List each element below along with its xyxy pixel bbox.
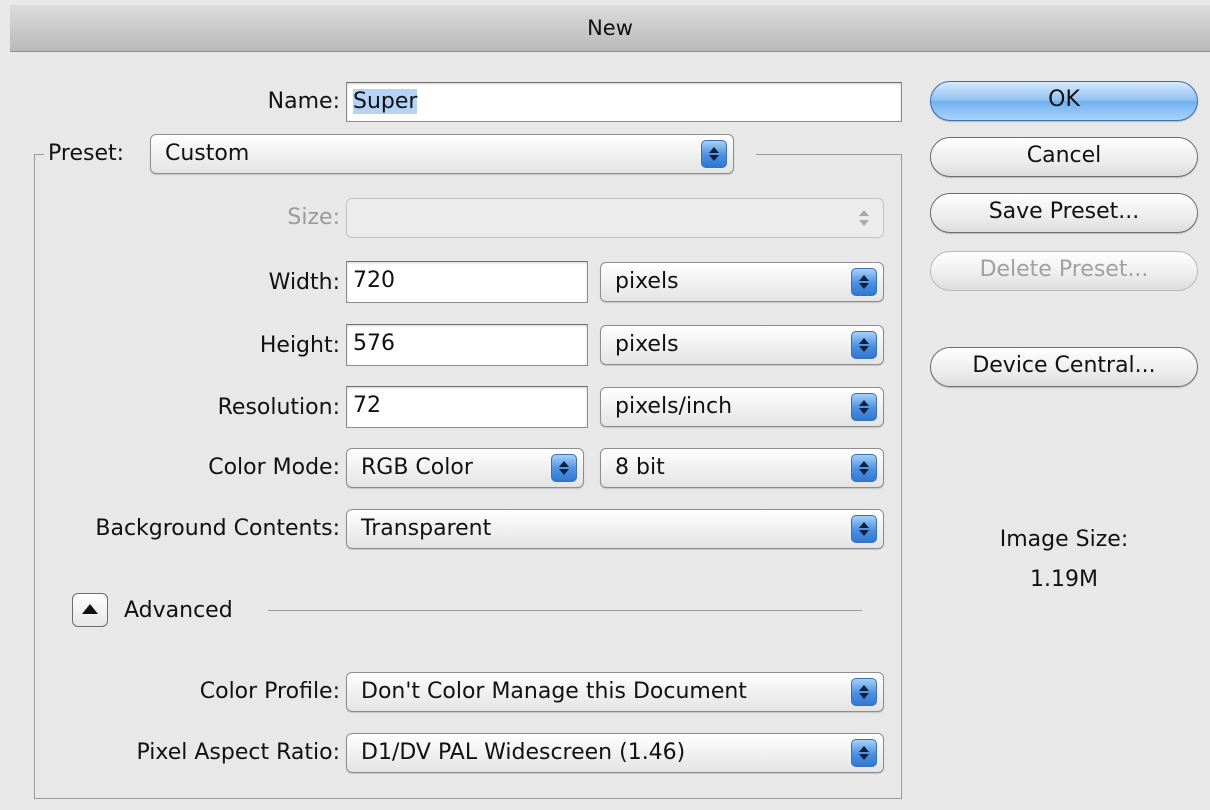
size-dropdown bbox=[346, 198, 884, 238]
resolution-unit-value: pixels/inch bbox=[615, 394, 733, 419]
color-mode-value: RGB Color bbox=[361, 455, 473, 480]
color-profile-value: Don't Color Manage this Document bbox=[361, 679, 747, 704]
height-unit-value: pixels bbox=[615, 332, 679, 357]
height-label: Height: bbox=[259, 333, 340, 358]
dialog-title: New bbox=[10, 5, 1210, 52]
image-size-label: Image Size: bbox=[999, 527, 1129, 552]
width-unit-stepper-icon bbox=[851, 268, 877, 296]
background-contents-dropdown[interactable]: Transparent bbox=[346, 509, 884, 549]
bit-depth-stepper-icon bbox=[851, 454, 877, 482]
height-unit-stepper-icon bbox=[851, 331, 877, 359]
width-field[interactable]: 720 bbox=[346, 261, 588, 303]
color-mode-dropdown[interactable]: RGB Color bbox=[346, 448, 584, 488]
pixel-aspect-ratio-stepper-icon bbox=[851, 739, 877, 767]
cancel-button[interactable]: Cancel bbox=[930, 137, 1198, 177]
preset-stepper-icon bbox=[701, 140, 727, 168]
color-mode-stepper-icon bbox=[551, 454, 577, 482]
advanced-label: Advanced bbox=[124, 598, 233, 623]
pixel-aspect-ratio-dropdown[interactable]: D1/DV PAL Widescreen (1.46) bbox=[346, 733, 884, 773]
ok-button[interactable]: OK bbox=[930, 81, 1198, 121]
size-label: Size: bbox=[287, 205, 340, 230]
color-profile-stepper-icon bbox=[851, 678, 877, 706]
width-label: Width: bbox=[268, 270, 340, 295]
background-contents-value: Transparent bbox=[361, 516, 492, 541]
pixel-aspect-ratio-value: D1/DV PAL Widescreen (1.46) bbox=[361, 740, 686, 765]
name-value: Super bbox=[353, 89, 418, 114]
color-mode-label: Color Mode: bbox=[208, 455, 340, 480]
preset-label: Preset: bbox=[48, 141, 125, 166]
name-field[interactable]: Super bbox=[346, 82, 902, 122]
name-label: Name: bbox=[267, 89, 340, 114]
height-unit-dropdown[interactable]: pixels bbox=[600, 325, 884, 365]
delete-preset-button: Delete Preset... bbox=[930, 251, 1198, 291]
background-contents-stepper-icon bbox=[851, 515, 877, 543]
disclosure-triangle-icon bbox=[82, 604, 98, 614]
advanced-toggle-button[interactable] bbox=[72, 593, 108, 627]
resolution-field[interactable]: 72 bbox=[346, 386, 588, 428]
color-profile-dropdown[interactable]: Don't Color Manage this Document bbox=[346, 672, 884, 712]
bit-depth-dropdown[interactable]: 8 bit bbox=[600, 448, 884, 488]
pixel-aspect-ratio-label: Pixel Aspect Ratio: bbox=[136, 740, 341, 765]
preset-value: Custom bbox=[165, 141, 250, 166]
resolution-label: Resolution: bbox=[217, 395, 340, 420]
save-preset-button[interactable]: Save Preset... bbox=[930, 193, 1198, 233]
width-unit-dropdown[interactable]: pixels bbox=[600, 262, 884, 302]
width-unit-value: pixels bbox=[615, 269, 679, 294]
resolution-unit-stepper-icon bbox=[851, 393, 877, 421]
size-stepper-icon bbox=[851, 204, 877, 232]
image-size-value: 1.19M bbox=[1030, 567, 1098, 592]
resolution-unit-dropdown[interactable]: pixels/inch bbox=[600, 387, 884, 427]
device-central-button[interactable]: Device Central... bbox=[930, 347, 1198, 387]
height-field[interactable]: 576 bbox=[346, 324, 588, 366]
preset-dropdown[interactable]: Custom bbox=[150, 134, 734, 174]
bit-depth-value: 8 bit bbox=[615, 455, 665, 480]
advanced-divider bbox=[268, 610, 862, 611]
background-contents-label: Background Contents: bbox=[95, 516, 340, 541]
color-profile-label: Color Profile: bbox=[199, 679, 340, 704]
